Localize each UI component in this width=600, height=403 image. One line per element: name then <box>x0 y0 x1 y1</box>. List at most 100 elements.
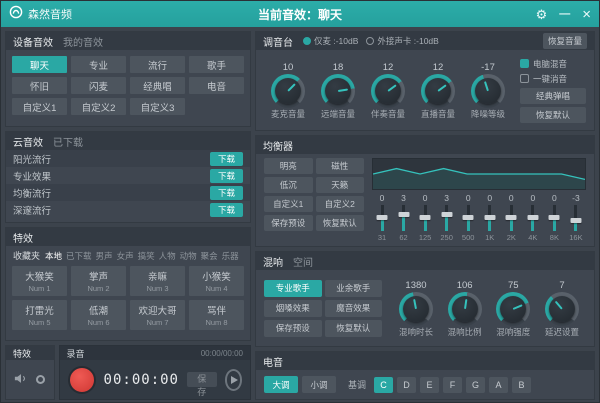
mixer-knob-dial[interactable] <box>471 74 505 108</box>
eq-band-slider[interactable] <box>467 205 470 231</box>
eq-band-slider[interactable] <box>574 205 577 231</box>
download-button[interactable]: 下载 <box>210 186 243 200</box>
eq-preset-button[interactable]: 磁性 <box>316 158 365 174</box>
reverb-panel-tab[interactable]: 空间 <box>293 254 313 269</box>
reverb-panel-tab[interactable]: 混响 <box>263 254 283 269</box>
download-button[interactable]: 下载 <box>210 169 243 183</box>
favorites-tab[interactable]: 搞笑 <box>138 251 155 261</box>
favorites-tab[interactable]: 男声 <box>96 251 113 261</box>
eq-slider-handle[interactable] <box>398 212 409 217</box>
device-effect-button[interactable]: 流行 <box>130 56 185 73</box>
eq-slider-handle[interactable] <box>484 215 495 220</box>
note-button[interactable]: D <box>397 377 416 393</box>
device-effect-button[interactable]: 经典唱 <box>130 77 185 94</box>
settings-gear-icon[interactable]: ⚙ <box>536 8 548 21</box>
mixer-input-option[interactable]: 仅麦 :-10dB <box>303 35 358 47</box>
sfx-button[interactable]: 打雷光Num 5 <box>12 300 67 330</box>
eq-band-slider[interactable] <box>445 205 448 231</box>
mixer-knob-dial[interactable] <box>321 74 355 108</box>
mixer-side-button[interactable]: 经典弹唱 <box>520 88 586 104</box>
download-button[interactable]: 下载 <box>210 152 243 166</box>
sfx-button[interactable]: 欢迎大哥Num 7 <box>130 300 185 330</box>
eq-slider-handle[interactable] <box>377 215 388 220</box>
reverb-reset-button[interactable]: 恢复默认 <box>325 320 383 337</box>
eq-save-preset-button[interactable]: 保存预设 <box>264 215 313 231</box>
reverb-preset-button[interactable]: 专业歌手 <box>264 280 322 297</box>
save-recording-button[interactable]: 保存 <box>187 372 217 387</box>
device-effect-button[interactable]: 闪麦 <box>71 77 126 94</box>
speaker-icon[interactable] <box>14 371 28 389</box>
monitor-dot-icon[interactable] <box>36 375 45 384</box>
favorites-tab[interactable]: 女声 <box>117 251 134 261</box>
reverb-preset-button[interactable]: 烟嗓效果 <box>264 300 322 317</box>
note-button[interactable]: A <box>489 377 508 393</box>
minimize-button[interactable]: — <box>559 9 570 20</box>
device-effect-button[interactable]: 自定义2 <box>71 98 126 115</box>
favorites-tab[interactable]: 聚会 <box>201 251 218 261</box>
eq-reset-button[interactable]: 恢复默认 <box>316 215 365 231</box>
device-effect-button[interactable]: 自定义3 <box>130 98 185 115</box>
note-button[interactable]: E <box>420 377 439 393</box>
mixer-input-option[interactable]: 外接声卡 :-10dB <box>366 35 438 47</box>
device-panel-tab[interactable]: 我的音效 <box>63 34 103 49</box>
note-button[interactable]: B <box>512 377 531 393</box>
eq-band-slider[interactable] <box>531 205 534 231</box>
close-button[interactable]: × <box>582 7 591 22</box>
mixer-knob-dial[interactable] <box>371 74 405 108</box>
reverb-knob-dial[interactable] <box>399 292 433 326</box>
favorites-tab[interactable]: 人物 <box>159 251 176 261</box>
favorites-tab[interactable]: 已下载 <box>66 251 92 261</box>
reverb-preset-button[interactable]: 魔音效果 <box>325 300 383 317</box>
eq-band-slider[interactable] <box>381 205 384 231</box>
eq-slider-handle[interactable] <box>506 215 517 220</box>
reverb-save-preset-button[interactable]: 保存预设 <box>264 320 322 337</box>
device-panel-tab[interactable]: 设备音效 <box>13 34 53 49</box>
eq-preset-button[interactable]: 自定义1 <box>264 196 313 212</box>
reverb-knob-dial[interactable] <box>545 292 579 326</box>
scale-button[interactable]: 小调 <box>302 376 336 393</box>
eq-slider-handle[interactable] <box>441 212 452 217</box>
cloud-panel-tab[interactable]: 云音效 <box>13 134 43 149</box>
download-button[interactable]: 下载 <box>210 203 243 217</box>
eq-slider-handle[interactable] <box>463 215 474 220</box>
note-button[interactable]: F <box>443 377 462 393</box>
eq-band-slider[interactable] <box>424 205 427 231</box>
eq-preset-button[interactable]: 天籁 <box>316 177 365 193</box>
favorites-tab[interactable]: 本地 <box>45 251 62 261</box>
play-button[interactable] <box>225 369 243 391</box>
eq-preset-button[interactable]: 自定义2 <box>316 196 365 212</box>
note-button[interactable]: C <box>374 377 393 393</box>
mixer-side-button[interactable]: 恢复默认 <box>520 107 586 123</box>
eq-band-slider[interactable] <box>553 205 556 231</box>
reverb-preset-button[interactable]: 业余歌手 <box>325 280 383 297</box>
mixer-toggle[interactable]: 电脑混音 <box>520 58 586 70</box>
sfx-button[interactable]: 大猴笑Num 1 <box>12 266 67 296</box>
eq-band-slider[interactable] <box>488 205 491 231</box>
favorites-tab[interactable]: 动物 <box>180 251 197 261</box>
eq-slider-handle[interactable] <box>420 215 431 220</box>
sfx-button[interactable]: 掌声Num 2 <box>71 266 126 296</box>
sfx-button[interactable]: 低潮Num 6 <box>71 300 126 330</box>
scale-button[interactable]: 大调 <box>264 376 298 393</box>
eq-slider-handle[interactable] <box>570 218 581 223</box>
device-effect-button[interactable]: 电音 <box>189 77 244 94</box>
eq-band-slider[interactable] <box>510 205 513 231</box>
mixer-toggle[interactable]: 一键消音 <box>520 73 586 85</box>
eq-preset-button[interactable]: 明亮 <box>264 158 313 174</box>
device-effect-button[interactable]: 自定义1 <box>12 98 67 115</box>
device-effect-button[interactable]: 聊天 <box>12 56 67 73</box>
sfx-button[interactable]: 骂伴Num 8 <box>189 300 244 330</box>
mixer-knob-dial[interactable] <box>271 74 305 108</box>
favorites-tab[interactable]: 乐器 <box>222 251 239 261</box>
mixer-knob-dial[interactable] <box>421 74 455 108</box>
restore-volume-button[interactable]: 恢复音量 <box>543 33 587 49</box>
note-button[interactable]: G <box>466 377 485 393</box>
record-button[interactable] <box>68 366 96 394</box>
eq-band-slider[interactable] <box>402 205 405 231</box>
eq-preset-button[interactable]: 低沉 <box>264 177 313 193</box>
reverb-knob-dial[interactable] <box>448 292 482 326</box>
sfx-button[interactable]: 亲嘛Num 3 <box>130 266 185 296</box>
device-effect-button[interactable]: 专业 <box>71 56 126 73</box>
eq-slider-handle[interactable] <box>549 215 560 220</box>
device-effect-button[interactable]: 歌手 <box>189 56 244 73</box>
